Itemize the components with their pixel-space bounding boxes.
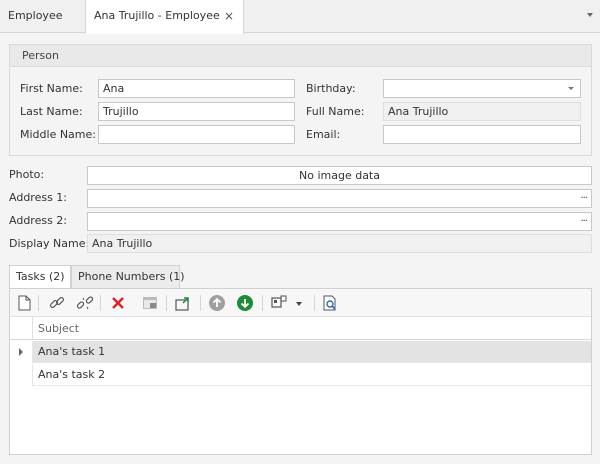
toolbar-separator	[38, 295, 39, 311]
print-preview-icon[interactable]	[321, 294, 339, 312]
unlink-icon[interactable]	[76, 294, 94, 312]
link-icon[interactable]	[48, 294, 66, 312]
dropdown-icon[interactable]	[294, 294, 312, 312]
new-icon[interactable]	[15, 294, 33, 312]
last-name-field[interactable]: Trujillo	[98, 102, 295, 121]
address1-field[interactable]: ···	[87, 189, 592, 208]
tab-menu-arrow-icon[interactable]	[587, 13, 593, 17]
row-indicator	[10, 341, 33, 363]
ellipsis-button[interactable]: ···	[580, 213, 587, 230]
document-tab-strip: Employee Ana Trujillo - Employee ×	[0, 0, 600, 34]
row-indicator-header	[10, 317, 33, 340]
full-name-field: Ana Trujillo	[383, 102, 581, 121]
move-down-icon[interactable]	[236, 294, 254, 312]
focused-row-arrow-icon	[19, 348, 23, 356]
full-name-label: Full Name:	[306, 105, 365, 118]
export-icon[interactable]	[174, 294, 192, 312]
birthday-label: Birthday:	[306, 82, 356, 95]
address1-label: Address 1:	[9, 191, 68, 204]
email-label: Email:	[306, 128, 341, 141]
display-name-label: Display Name:	[9, 237, 90, 250]
address2-field[interactable]: ···	[87, 212, 592, 231]
tab-label: Ana Trujillo - Employee	[94, 9, 220, 22]
grid-header: Subject	[10, 317, 591, 340]
edit-icon[interactable]	[141, 294, 159, 312]
middle-name-field[interactable]	[98, 125, 295, 144]
middle-name-label: Middle Name:	[20, 128, 96, 141]
photo-field[interactable]: No image data	[87, 166, 592, 185]
person-group-header: Person	[10, 45, 591, 67]
display-name-field: Ana Trujillo	[87, 234, 592, 253]
tasks-panel: Subject Ana's task 1 Ana's task 2	[9, 288, 592, 455]
move-up-icon[interactable]	[208, 294, 226, 312]
first-name-field[interactable]: Ana	[98, 79, 295, 98]
subject-cell[interactable]: Ana's task 2	[38, 364, 105, 386]
tab-ana-trujillo-employee[interactable]: Ana Trujillo - Employee ×	[85, 0, 244, 34]
photo-label: Photo:	[9, 168, 45, 181]
toolbar-separator	[262, 295, 263, 311]
address2-label: Address 2:	[9, 214, 68, 227]
email-field[interactable]	[383, 125, 581, 144]
chevron-down-icon[interactable]	[568, 87, 574, 90]
delete-icon[interactable]	[109, 294, 127, 312]
first-name-label: First Name:	[20, 82, 83, 95]
view-variants-icon[interactable]	[270, 294, 288, 312]
toolbar-separator	[166, 295, 167, 311]
person-group: Person First Name: Ana Last Name: Trujil…	[9, 44, 592, 156]
subject-cell[interactable]: Ana's task 1	[38, 341, 105, 363]
table-row[interactable]: Ana's task 2	[10, 364, 591, 386]
toolbar-separator	[314, 295, 315, 311]
toolbar-separator	[100, 295, 101, 311]
close-icon[interactable]: ×	[224, 0, 234, 32]
tab-phone-numbers[interactable]: Phone Numbers (1)	[71, 265, 185, 289]
column-header-subject[interactable]: Subject	[38, 317, 79, 340]
last-name-label: Last Name:	[20, 105, 83, 118]
tab-tasks[interactable]: Tasks (2)	[9, 265, 71, 290]
tab-employee[interactable]: Employee	[0, 0, 84, 33]
row-indicator	[10, 364, 33, 386]
table-row[interactable]: Ana's task 1	[10, 341, 591, 363]
tasks-toolbar	[10, 289, 591, 317]
toolbar-separator	[200, 295, 201, 311]
ellipsis-button[interactable]: ···	[580, 190, 587, 207]
birthday-field[interactable]	[383, 79, 581, 98]
